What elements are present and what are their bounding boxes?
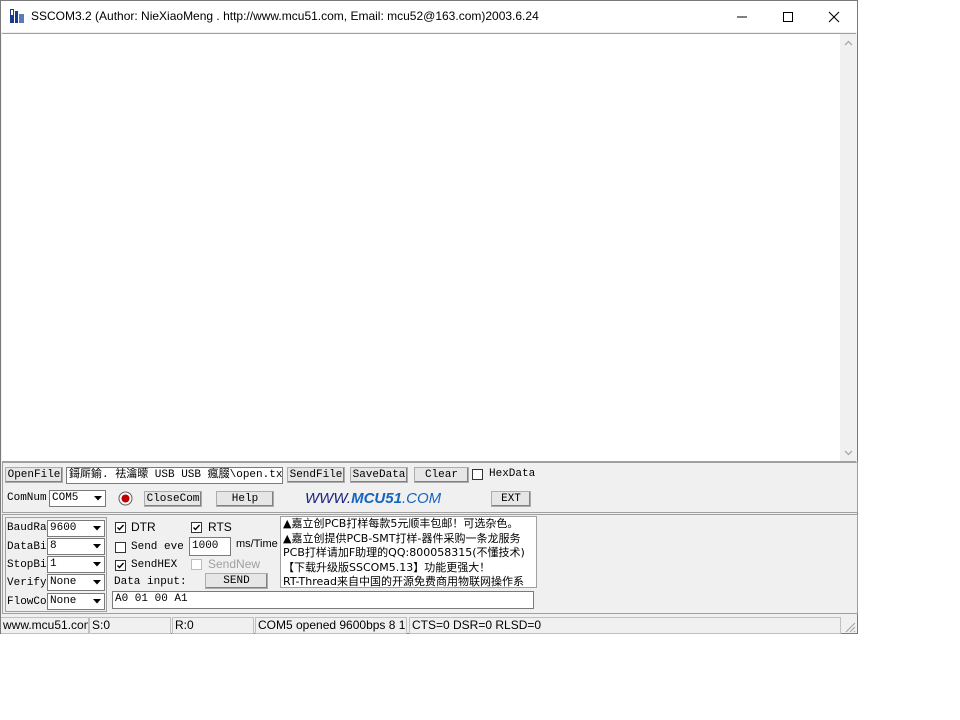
port-status-indicator-icon	[118, 491, 133, 506]
flow-control-select[interactable]: None	[47, 593, 105, 610]
baud-rate-select[interactable]: 9600	[47, 520, 105, 537]
chevron-down-icon[interactable]	[89, 594, 104, 609]
maximize-icon	[783, 11, 793, 22]
window-title: SSCOM3.2 (Author: NieXiaoMeng . http://w…	[31, 9, 539, 23]
ad-line: 【下载升级版SSCOM5.13】功能更强大！	[283, 560, 491, 574]
status-sent-count: S:0	[89, 617, 171, 634]
dtr-label: DTR	[131, 520, 156, 534]
close-com-button[interactable]: CloseCom	[144, 491, 202, 507]
interval-unit-label: ms/Time	[236, 538, 278, 550]
hex-data-checkbox[interactable]	[472, 469, 483, 480]
send-new-checkbox[interactable]	[191, 559, 202, 570]
chevron-down-icon[interactable]	[89, 557, 104, 572]
status-site: www.mcu51.com	[1, 617, 89, 634]
send-new-label: SendNew	[208, 557, 261, 571]
stop-bits-label: StopBi	[7, 559, 47, 571]
send-button[interactable]: SEND	[205, 573, 268, 589]
status-received-count: R:0	[172, 617, 254, 634]
mcu51-logo[interactable]: WWW.MCU51.COM	[305, 490, 441, 507]
data-bits-select[interactable]: 8	[47, 538, 105, 555]
chevron-down-icon[interactable]	[89, 521, 104, 536]
open-file-button[interactable]: OpenFile	[5, 467, 63, 483]
hex-data-label: HexData	[489, 468, 536, 480]
rts-checkbox[interactable]	[191, 522, 202, 533]
verify-select[interactable]: None	[47, 574, 105, 591]
resize-grip-icon[interactable]	[844, 621, 856, 633]
data-bits-label: DataBi	[7, 541, 47, 553]
data-input-field[interactable]: A0 01 00 A1	[112, 591, 534, 609]
data-input-label: Data input:	[114, 576, 187, 588]
main-window: SSCOM3.2 (Author: NieXiaoMeng . http://w…	[0, 0, 858, 634]
advertisement-box: ▲嘉立创PCB打样每款5元顺丰包邮！可选杂色。 ▲嘉立创提供PCB-SMT打样-…	[280, 516, 537, 588]
clear-button[interactable]: Clear	[414, 467, 469, 483]
close-button[interactable]	[811, 1, 857, 32]
file-path-field[interactable]: 鎶厛鍮. 祛瀹曚 USB USB 瘋腏\open.txt	[66, 467, 283, 484]
scroll-down-arrow-icon[interactable]	[840, 444, 856, 461]
interval-input[interactable]: 1000	[189, 537, 231, 556]
send-file-button[interactable]: SendFile	[287, 467, 345, 483]
send-every-checkbox[interactable]	[115, 542, 126, 553]
app-icon	[9, 8, 25, 24]
ad-line: ▲嘉立创提供PCB-SMT打样-器件采购一条龙服务	[283, 531, 521, 545]
rts-label: RTS	[208, 520, 232, 534]
send-hex-label: SendHEX	[131, 559, 178, 571]
status-bar: www.mcu51.com S:0 R:0 COM5 opened 9600bp…	[1, 616, 857, 634]
chevron-down-icon[interactable]	[89, 575, 104, 590]
maximize-button[interactable]	[765, 1, 811, 32]
flow-control-label: FlowCo	[7, 596, 47, 608]
status-port: COM5 opened 9600bps 8 1	[255, 617, 407, 634]
receive-area[interactable]	[2, 33, 856, 462]
ad-line: RT-Thread来自中国的开源免费商用物联网操作系	[283, 575, 524, 588]
send-every-label: Send eve	[131, 541, 183, 553]
receive-scrollbar[interactable]	[840, 34, 856, 461]
com-num-label: ComNum	[7, 492, 47, 504]
dtr-checkbox[interactable]	[115, 522, 126, 533]
ad-line: ▲嘉立创PCB打样每款5元顺丰包邮！可选杂色。	[283, 517, 519, 530]
baud-rate-label: BaudRa	[7, 522, 47, 534]
ad-line: PCB打样请加F助理的QQ:800058315(不懂技术)	[283, 546, 525, 559]
com-num-select[interactable]: COM5	[49, 490, 106, 507]
chevron-down-icon[interactable]	[89, 539, 104, 554]
scroll-up-arrow-icon[interactable]	[840, 34, 856, 51]
close-icon	[828, 11, 840, 22]
save-data-button[interactable]: SaveData	[350, 467, 408, 483]
send-hex-checkbox[interactable]	[115, 560, 126, 571]
chevron-down-icon[interactable]	[90, 491, 105, 506]
status-line-signals: CTS=0 DSR=0 RLSD=0	[409, 617, 841, 634]
stop-bits-select[interactable]: 1	[47, 556, 105, 573]
help-button[interactable]: Help	[216, 491, 274, 507]
ext-button[interactable]: EXT	[491, 491, 531, 507]
minimize-icon	[737, 16, 747, 17]
minimize-button[interactable]	[719, 1, 765, 32]
title-bar[interactable]: SSCOM3.2 (Author: NieXiaoMeng . http://w…	[1, 1, 857, 32]
verify-label: Verify	[7, 577, 47, 589]
